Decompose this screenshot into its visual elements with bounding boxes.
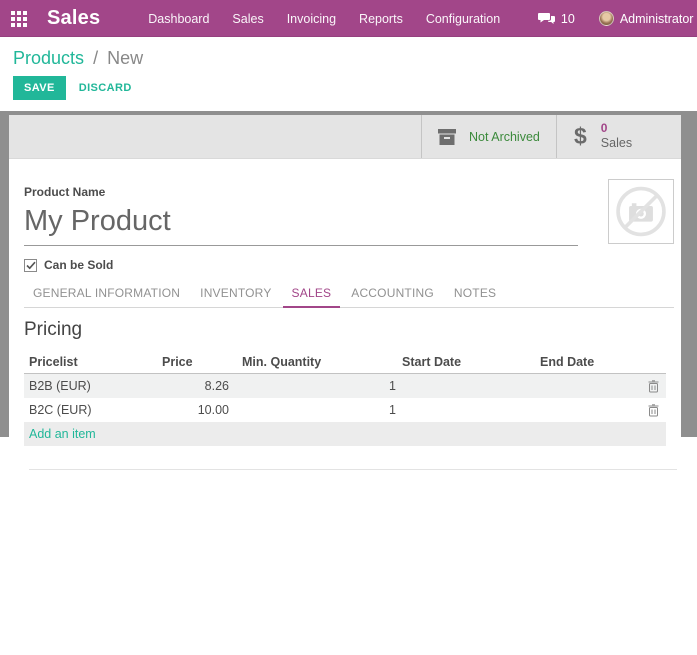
column-header-pricelist[interactable]: Pricelist [24, 350, 155, 373]
cell-price[interactable]: 10.00 [155, 398, 235, 422]
pricing-table-header: Pricelist Price Min. Quantity Start Date… [24, 350, 666, 374]
column-header-min-quantity[interactable]: Min. Quantity [235, 350, 402, 373]
breadcrumb: Products / New [13, 48, 143, 69]
tab-sales[interactable]: SALES [283, 286, 341, 308]
cell-end-date[interactable] [540, 374, 640, 398]
user-avatar[interactable] [599, 11, 614, 26]
cell-price[interactable]: 8.26 [155, 374, 235, 398]
cell-min-quantity[interactable]: 1 [235, 398, 402, 422]
trash-icon [648, 404, 659, 417]
form-sheet: Not Archived $ 0 Sales Product Name My P… [9, 115, 681, 655]
sales-stat-button[interactable]: $ 0 Sales [556, 115, 681, 158]
pricing-table: Pricelist Price Min. Quantity Start Date… [24, 350, 666, 446]
notebook-tabs: GENERAL INFORMATION INVENTORY SALES ACCO… [24, 286, 674, 308]
can-be-sold-label: Can be Sold [44, 258, 113, 272]
dollar-icon: $ [574, 125, 587, 148]
menu-item-configuration[interactable]: Configuration [426, 12, 500, 26]
chat-bubbles-icon [538, 12, 555, 26]
discard-button[interactable]: DISCARD [79, 82, 132, 94]
form-statusbar: Not Archived $ 0 Sales [9, 115, 681, 159]
top-navbar: Sales Dashboard Sales Invoicing Reports … [0, 0, 697, 37]
column-header-price[interactable]: Price [155, 350, 235, 373]
apps-menu-button[interactable] [0, 0, 38, 37]
table-row[interactable]: B2B (EUR) 8.26 1 [24, 374, 666, 398]
tab-accounting[interactable]: ACCOUNTING [342, 286, 443, 308]
product-image-placeholder[interactable] [608, 179, 674, 244]
delete-row-button[interactable] [648, 380, 659, 393]
apps-grid-icon [11, 11, 27, 27]
breadcrumb-current: New [107, 48, 143, 68]
delete-row-button[interactable] [648, 404, 659, 417]
menu-item-dashboard[interactable]: Dashboard [148, 12, 209, 26]
sales-stat-value: 0 [601, 122, 632, 136]
column-header-end-date[interactable]: End Date [540, 350, 640, 373]
cell-pricelist[interactable]: B2C (EUR) [24, 398, 155, 422]
product-name-input[interactable]: My Product [24, 205, 578, 246]
can-be-sold-field: Can be Sold [24, 258, 674, 272]
messages-count-badge: 10 [561, 12, 575, 26]
camera-slash-icon [613, 184, 669, 239]
cell-pricelist[interactable]: B2B (EUR) [24, 374, 155, 398]
tab-notes[interactable]: NOTES [445, 286, 505, 308]
trash-icon [648, 380, 659, 393]
can-be-sold-checkbox[interactable] [24, 259, 37, 272]
control-panel-buttons: SAVE DISCARD [13, 76, 132, 100]
cell-start-date[interactable] [402, 398, 540, 422]
cell-start-date[interactable] [402, 374, 540, 398]
form-sheet-background: Not Archived $ 0 Sales Product Name My P… [0, 111, 697, 437]
menu-item-invoicing[interactable]: Invoicing [287, 12, 336, 26]
table-row[interactable]: B2C (EUR) 10.00 1 [24, 398, 666, 422]
check-icon [26, 261, 36, 270]
main-menu: Dashboard Sales Invoicing Reports Config… [148, 12, 523, 26]
tab-general-information[interactable]: GENERAL INFORMATION [24, 286, 189, 308]
breadcrumb-separator: / [93, 48, 98, 68]
user-menu[interactable]: Administrator [620, 12, 694, 26]
cell-min-quantity[interactable]: 1 [235, 374, 402, 398]
form-body: Product Name My Product Can be Sold [9, 159, 681, 470]
section-divider [29, 469, 677, 470]
messages-button[interactable]: 10 [538, 12, 575, 26]
sales-stat-label: Sales [601, 136, 632, 150]
add-an-item-link[interactable]: Add an item [24, 422, 96, 446]
tab-inventory[interactable]: INVENTORY [191, 286, 280, 308]
cell-end-date[interactable] [540, 398, 640, 422]
archive-status-label: Not Archived [469, 130, 540, 144]
product-name-label: Product Name [24, 185, 674, 199]
column-header-start-date[interactable]: Start Date [402, 350, 540, 373]
app-title: Sales [47, 7, 100, 30]
menu-item-reports[interactable]: Reports [359, 12, 403, 26]
breadcrumb-products-link[interactable]: Products [13, 48, 84, 68]
table-add-row: Add an item [24, 422, 666, 446]
archive-toggle-button[interactable]: Not Archived [421, 115, 556, 158]
archive-box-icon [437, 128, 457, 146]
navbar-systray: 10 Administrator ▾ [538, 11, 697, 26]
column-header-actions [640, 350, 666, 373]
menu-item-sales[interactable]: Sales [232, 12, 263, 26]
save-button[interactable]: SAVE [13, 76, 66, 100]
pricing-section-title: Pricing [24, 319, 674, 341]
